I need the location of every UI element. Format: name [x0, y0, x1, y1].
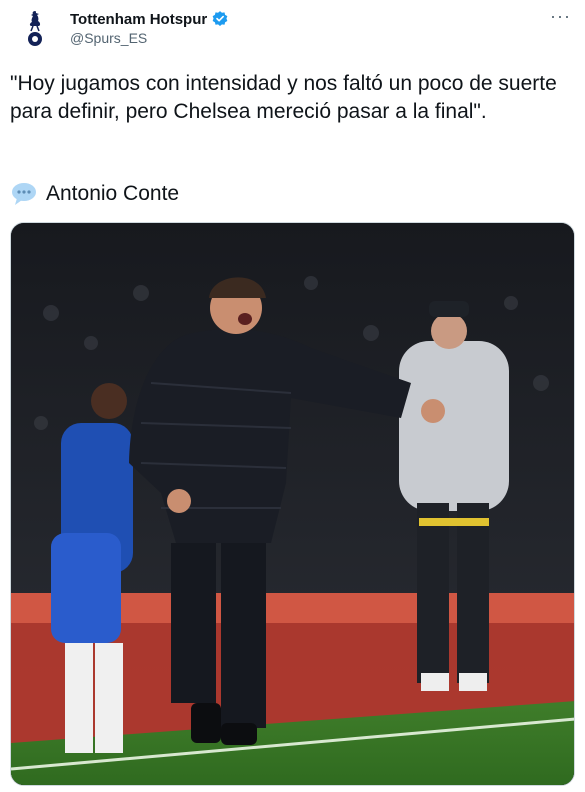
tweet-photo[interactable] — [10, 222, 575, 786]
tweet-text: "Hoy jugamos con intensidad y nos faltó … — [10, 72, 557, 123]
avatar[interactable] — [14, 8, 56, 50]
verified-badge-icon — [211, 10, 229, 28]
speech-balloon-icon — [10, 180, 38, 208]
tweet-card[interactable]: Tottenham Hotspur @Spurs_ES ··· "Hoy jug… — [0, 0, 585, 792]
more-options-icon[interactable]: ··· — [550, 6, 571, 27]
author-handle[interactable]: @Spurs_ES — [70, 30, 147, 46]
author-display-name[interactable]: Tottenham Hotspur — [70, 11, 207, 28]
spurs-cockerel-logo-icon — [28, 11, 42, 46]
author-name-row[interactable]: Tottenham Hotspur — [70, 10, 229, 28]
attribution-name: Antonio Conte — [46, 182, 180, 205]
quote-attribution: Antonio Conte — [10, 180, 179, 208]
